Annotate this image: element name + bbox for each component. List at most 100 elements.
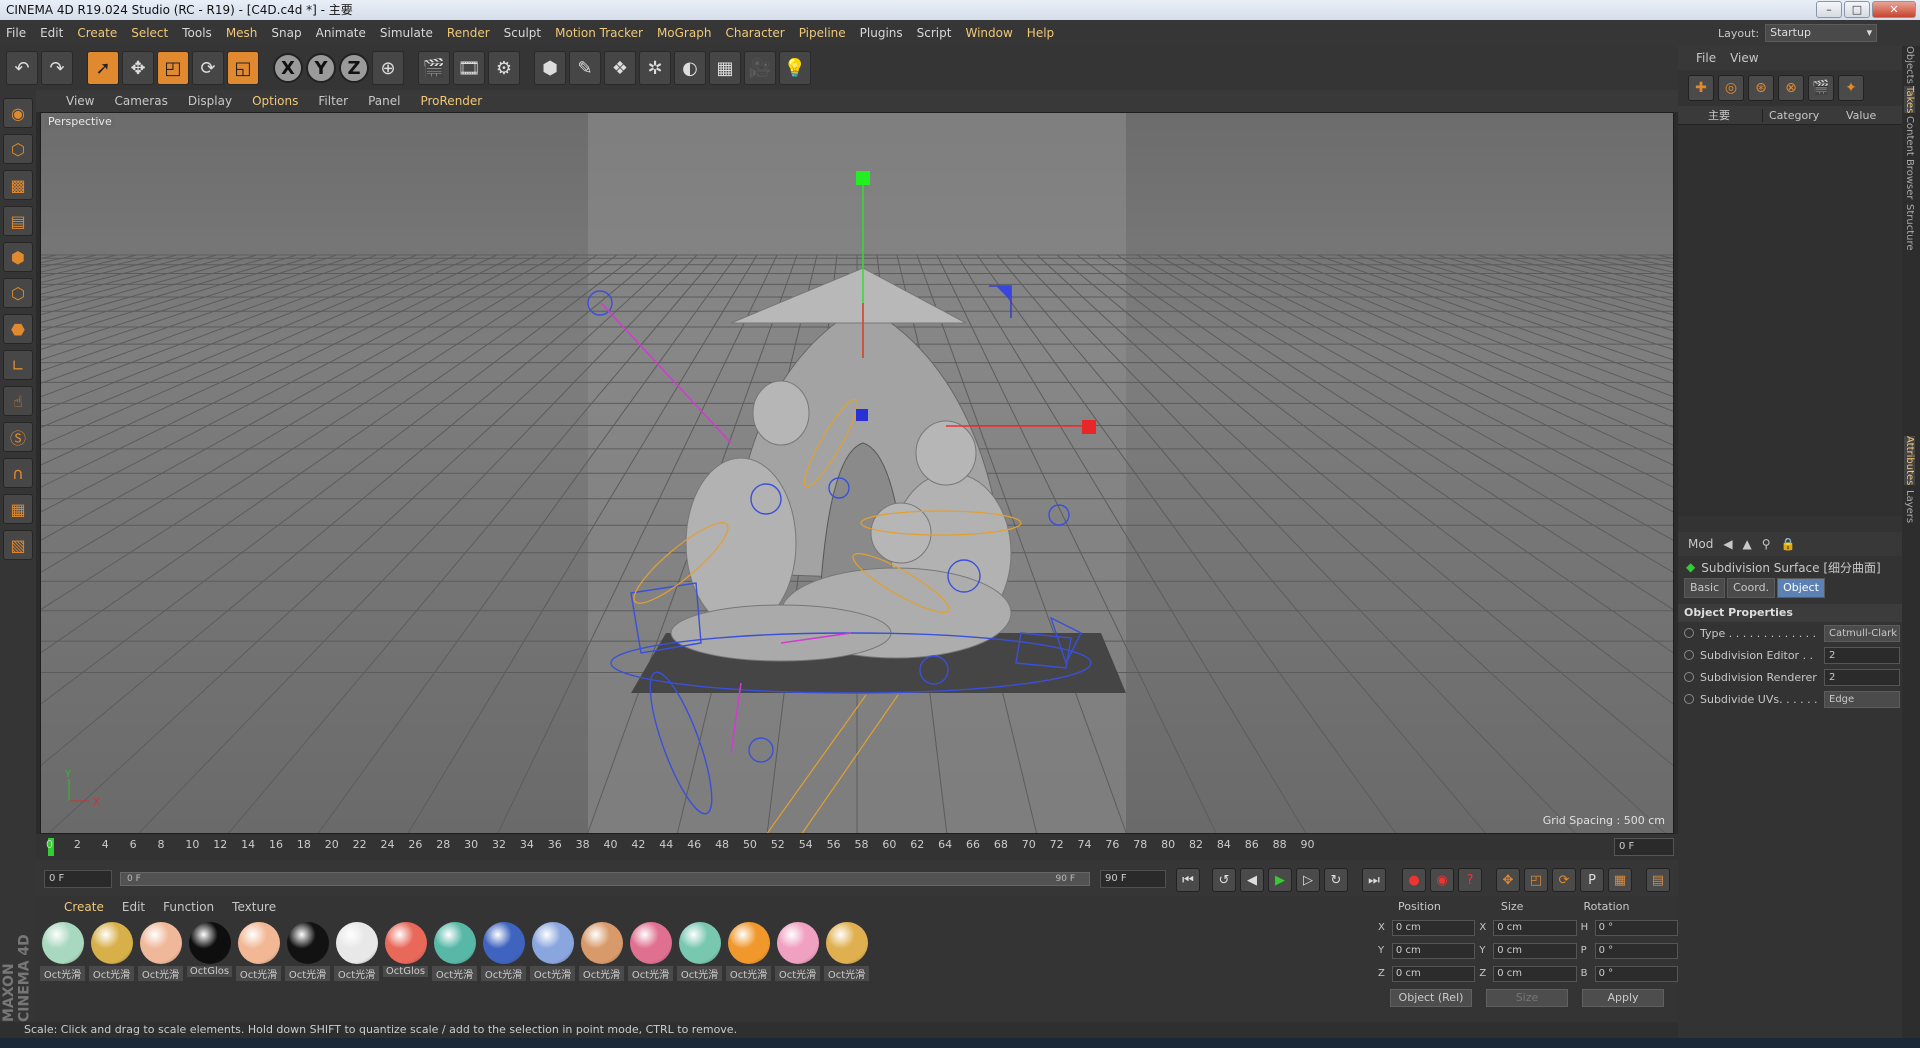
dock-tab-layers[interactable]: Layers bbox=[1904, 490, 1915, 523]
take-main-label[interactable]: 主要 bbox=[1678, 107, 1762, 123]
tweak-icon[interactable]: ☝ bbox=[3, 386, 33, 416]
up-arrow-icon[interactable]: ▲ bbox=[1743, 537, 1752, 551]
menu-item-mesh[interactable]: Mesh bbox=[226, 26, 258, 40]
take-filter-icon[interactable]: ✦ bbox=[1838, 75, 1864, 101]
menu-item-edit[interactable]: Edit bbox=[40, 26, 63, 40]
new-take-icon[interactable]: ✚ bbox=[1688, 75, 1714, 101]
material-swatch[interactable]: Oct光滑 bbox=[530, 922, 575, 981]
next-frame-icon[interactable]: ▷ bbox=[1296, 868, 1320, 892]
property-animate-dot[interactable] bbox=[1684, 694, 1694, 704]
material-swatch[interactable]: Oct光滑 bbox=[481, 922, 526, 981]
size-mode-dropdown[interactable]: Size bbox=[1486, 989, 1568, 1007]
material-menu-texture[interactable]: Texture bbox=[232, 900, 276, 914]
frame-range-slider[interactable]: 0 F 90 F bbox=[120, 872, 1090, 886]
property-animate-dot[interactable] bbox=[1684, 628, 1694, 638]
redo-icon[interactable]: ↷ bbox=[41, 51, 73, 85]
menu-item-select[interactable]: Select bbox=[131, 26, 168, 40]
subdivision-icon[interactable]: ❖ bbox=[604, 51, 636, 85]
z-axis-lock-button[interactable]: Z bbox=[339, 53, 369, 83]
edges-mode-icon[interactable]: ⬡ bbox=[3, 278, 33, 308]
current-frame-field[interactable]: 0 F bbox=[1614, 838, 1674, 856]
end-frame-field[interactable]: 90 F bbox=[1100, 870, 1166, 888]
axis-mode-icon[interactable]: ∟ bbox=[3, 350, 33, 380]
viewport-menu-view[interactable]: View bbox=[66, 94, 94, 108]
minimize-button[interactable]: – bbox=[1816, 1, 1842, 18]
material-swatch[interactable]: OctGlos bbox=[383, 922, 428, 981]
material-swatch[interactable]: Oct光滑 bbox=[432, 922, 477, 981]
takes-menu-file[interactable]: File bbox=[1696, 51, 1716, 65]
floor-icon[interactable]: ▦ bbox=[709, 51, 741, 85]
render-picture-viewer-icon[interactable]: 🎞 bbox=[453, 51, 485, 85]
dock-tab-content-browser[interactable]: Content Browser bbox=[1904, 116, 1915, 199]
3d-viewport[interactable]: Y X Perspective Grid Spacing : 500 cm bbox=[40, 112, 1674, 834]
light-icon[interactable]: 💡 bbox=[779, 51, 811, 85]
material-swatch[interactable]: Oct光滑 bbox=[334, 922, 379, 981]
render-view-icon[interactable]: 🎬 bbox=[418, 51, 450, 85]
apply-button[interactable]: Apply bbox=[1582, 989, 1664, 1007]
search-icon[interactable]: ⚲ bbox=[1762, 537, 1771, 551]
menu-item-motion-tracker[interactable]: Motion Tracker bbox=[555, 26, 643, 40]
material-swatch[interactable]: Oct光滑 bbox=[236, 922, 281, 981]
deformer-icon[interactable]: ◐ bbox=[674, 51, 706, 85]
previous-key-icon[interactable]: ↺ bbox=[1212, 868, 1236, 892]
menu-item-tools[interactable]: Tools bbox=[182, 26, 212, 40]
layout-dropdown[interactable]: Startup bbox=[1765, 24, 1878, 42]
position-field[interactable]: 0 cm bbox=[1391, 965, 1476, 982]
keyframe-selection-icon[interactable]: ? bbox=[1458, 868, 1482, 892]
play-icon[interactable]: ▶ bbox=[1268, 868, 1292, 892]
start-frame-field[interactable]: 0 F bbox=[44, 870, 112, 888]
viewport-menu-prorender[interactable]: ProRender bbox=[420, 94, 482, 108]
go-to-start-icon[interactable]: ⏮ bbox=[1176, 868, 1200, 892]
dock-tab-objects[interactable]: Objects bbox=[1904, 46, 1915, 84]
menu-item-help[interactable]: Help bbox=[1027, 26, 1054, 40]
menu-item-script[interactable]: Script bbox=[917, 26, 952, 40]
undo-icon[interactable]: ↶ bbox=[6, 51, 38, 85]
material-swatch[interactable]: Oct光滑 bbox=[824, 922, 869, 981]
property-value[interactable]: Catmull-Clark bbox=[1824, 624, 1900, 642]
close-button[interactable]: ✕ bbox=[1872, 1, 1916, 18]
viewport-menu-cameras[interactable]: Cameras bbox=[114, 94, 167, 108]
workplane-snap-icon[interactable]: ▧ bbox=[3, 530, 33, 560]
array-icon[interactable]: ✲ bbox=[639, 51, 671, 85]
menu-item-create[interactable]: Create bbox=[77, 26, 117, 40]
model-mode-icon[interactable]: ⬡ bbox=[3, 134, 33, 164]
dock-tab-takes[interactable]: Takes bbox=[1904, 86, 1915, 114]
property-value[interactable]: 2 bbox=[1824, 646, 1900, 664]
menu-item-render[interactable]: Render bbox=[447, 26, 490, 40]
takes-menu-view[interactable]: View bbox=[1730, 51, 1758, 65]
viewport-camera-label[interactable]: Perspective bbox=[45, 115, 115, 128]
coordinate-mode-dropdown[interactable]: Object (Rel) bbox=[1390, 989, 1472, 1007]
points-mode-icon[interactable]: ⬢ bbox=[3, 242, 33, 272]
viewport-menu-options[interactable]: Options bbox=[252, 94, 298, 108]
material-swatch[interactable]: Oct光滑 bbox=[40, 922, 85, 981]
recent-tool-icon[interactable]: ◱ bbox=[227, 51, 259, 85]
attributes-mode-menu[interactable]: Mod bbox=[1688, 537, 1713, 551]
cube-icon[interactable]: ⬢ bbox=[534, 51, 566, 85]
property-value[interactable]: 2 bbox=[1824, 668, 1900, 686]
camera-icon[interactable]: 🎥 bbox=[744, 51, 776, 85]
tab-basic[interactable]: Basic bbox=[1684, 578, 1726, 598]
snap-magnet-icon[interactable]: ∩ bbox=[3, 458, 33, 488]
make-editable-icon[interactable]: ◉ bbox=[3, 98, 33, 128]
key-scale-icon[interactable]: ◰ bbox=[1524, 868, 1548, 892]
menu-item-sculpt[interactable]: Sculpt bbox=[504, 26, 541, 40]
select-tool-icon[interactable]: ➚ bbox=[87, 51, 119, 85]
viewport-menu-filter[interactable]: Filter bbox=[318, 94, 348, 108]
position-field[interactable]: 0 cm bbox=[1391, 919, 1476, 936]
viewport-menu-panel[interactable]: Panel bbox=[368, 94, 400, 108]
material-swatch[interactable]: Oct光滑 bbox=[285, 922, 330, 981]
texture-mode-icon[interactable]: ▩ bbox=[3, 170, 33, 200]
menu-item-pipeline[interactable]: Pipeline bbox=[799, 26, 846, 40]
property-value[interactable]: Edge bbox=[1824, 690, 1900, 708]
pen-spline-icon[interactable]: ✎ bbox=[569, 51, 601, 85]
key-pla-icon[interactable]: ▦ bbox=[1608, 868, 1632, 892]
scale-tool-icon[interactable]: ◰ bbox=[157, 51, 189, 85]
menu-item-file[interactable]: File bbox=[6, 26, 26, 40]
property-animate-dot[interactable] bbox=[1684, 650, 1694, 660]
key-rotation-icon[interactable]: ⟳ bbox=[1552, 868, 1576, 892]
move-tool-icon[interactable]: ✥ bbox=[122, 51, 154, 85]
size-field[interactable]: 0 cm bbox=[1493, 942, 1577, 959]
next-key-icon[interactable]: ↻ bbox=[1324, 868, 1348, 892]
property-animate-dot[interactable] bbox=[1684, 672, 1694, 682]
dock-tab-attributes[interactable]: Attributes bbox=[1904, 436, 1915, 486]
